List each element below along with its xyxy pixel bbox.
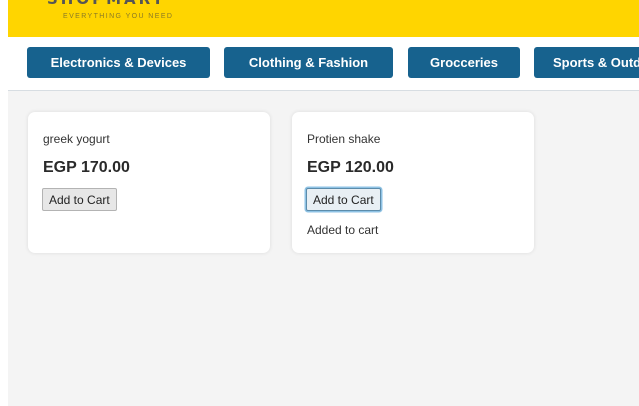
product-price: EGP 170.00 bbox=[43, 159, 130, 176]
nav-clothing-button[interactable]: Clothing & Fashion bbox=[224, 47, 393, 78]
add-to-cart-button[interactable]: Add to Cart bbox=[42, 188, 117, 211]
product-grid: greek yogurt EGP 170.00 Add to Cart Prot… bbox=[8, 91, 639, 406]
product-name: greek yogurt bbox=[43, 132, 110, 146]
added-to-cart-message: Added to cart bbox=[307, 223, 379, 237]
category-nav: Electronics & Devices Clothing & Fashion… bbox=[8, 37, 639, 91]
product-price: EGP 120.00 bbox=[307, 159, 394, 176]
product-name: Protien shake bbox=[307, 132, 381, 146]
site-header: SHOPMART EVERYTHING YOU NEED bbox=[8, 0, 639, 37]
nav-electronics-button[interactable]: Electronics & Devices bbox=[27, 47, 210, 78]
brand-logo[interactable]: SHOPMART bbox=[47, 0, 166, 8]
nav-sports-button[interactable]: Sports & Outdoors bbox=[534, 47, 639, 78]
product-card: greek yogurt EGP 170.00 Add to Cart bbox=[28, 112, 270, 253]
product-card: Protien shake EGP 120.00 Add to Cart Add… bbox=[292, 112, 534, 253]
nav-groceries-button[interactable]: Grocceries bbox=[408, 47, 520, 78]
add-to-cart-button[interactable]: Add to Cart bbox=[306, 188, 381, 211]
page-left-gutter bbox=[0, 0, 8, 406]
brand-tagline: EVERYTHING YOU NEED bbox=[63, 13, 174, 20]
